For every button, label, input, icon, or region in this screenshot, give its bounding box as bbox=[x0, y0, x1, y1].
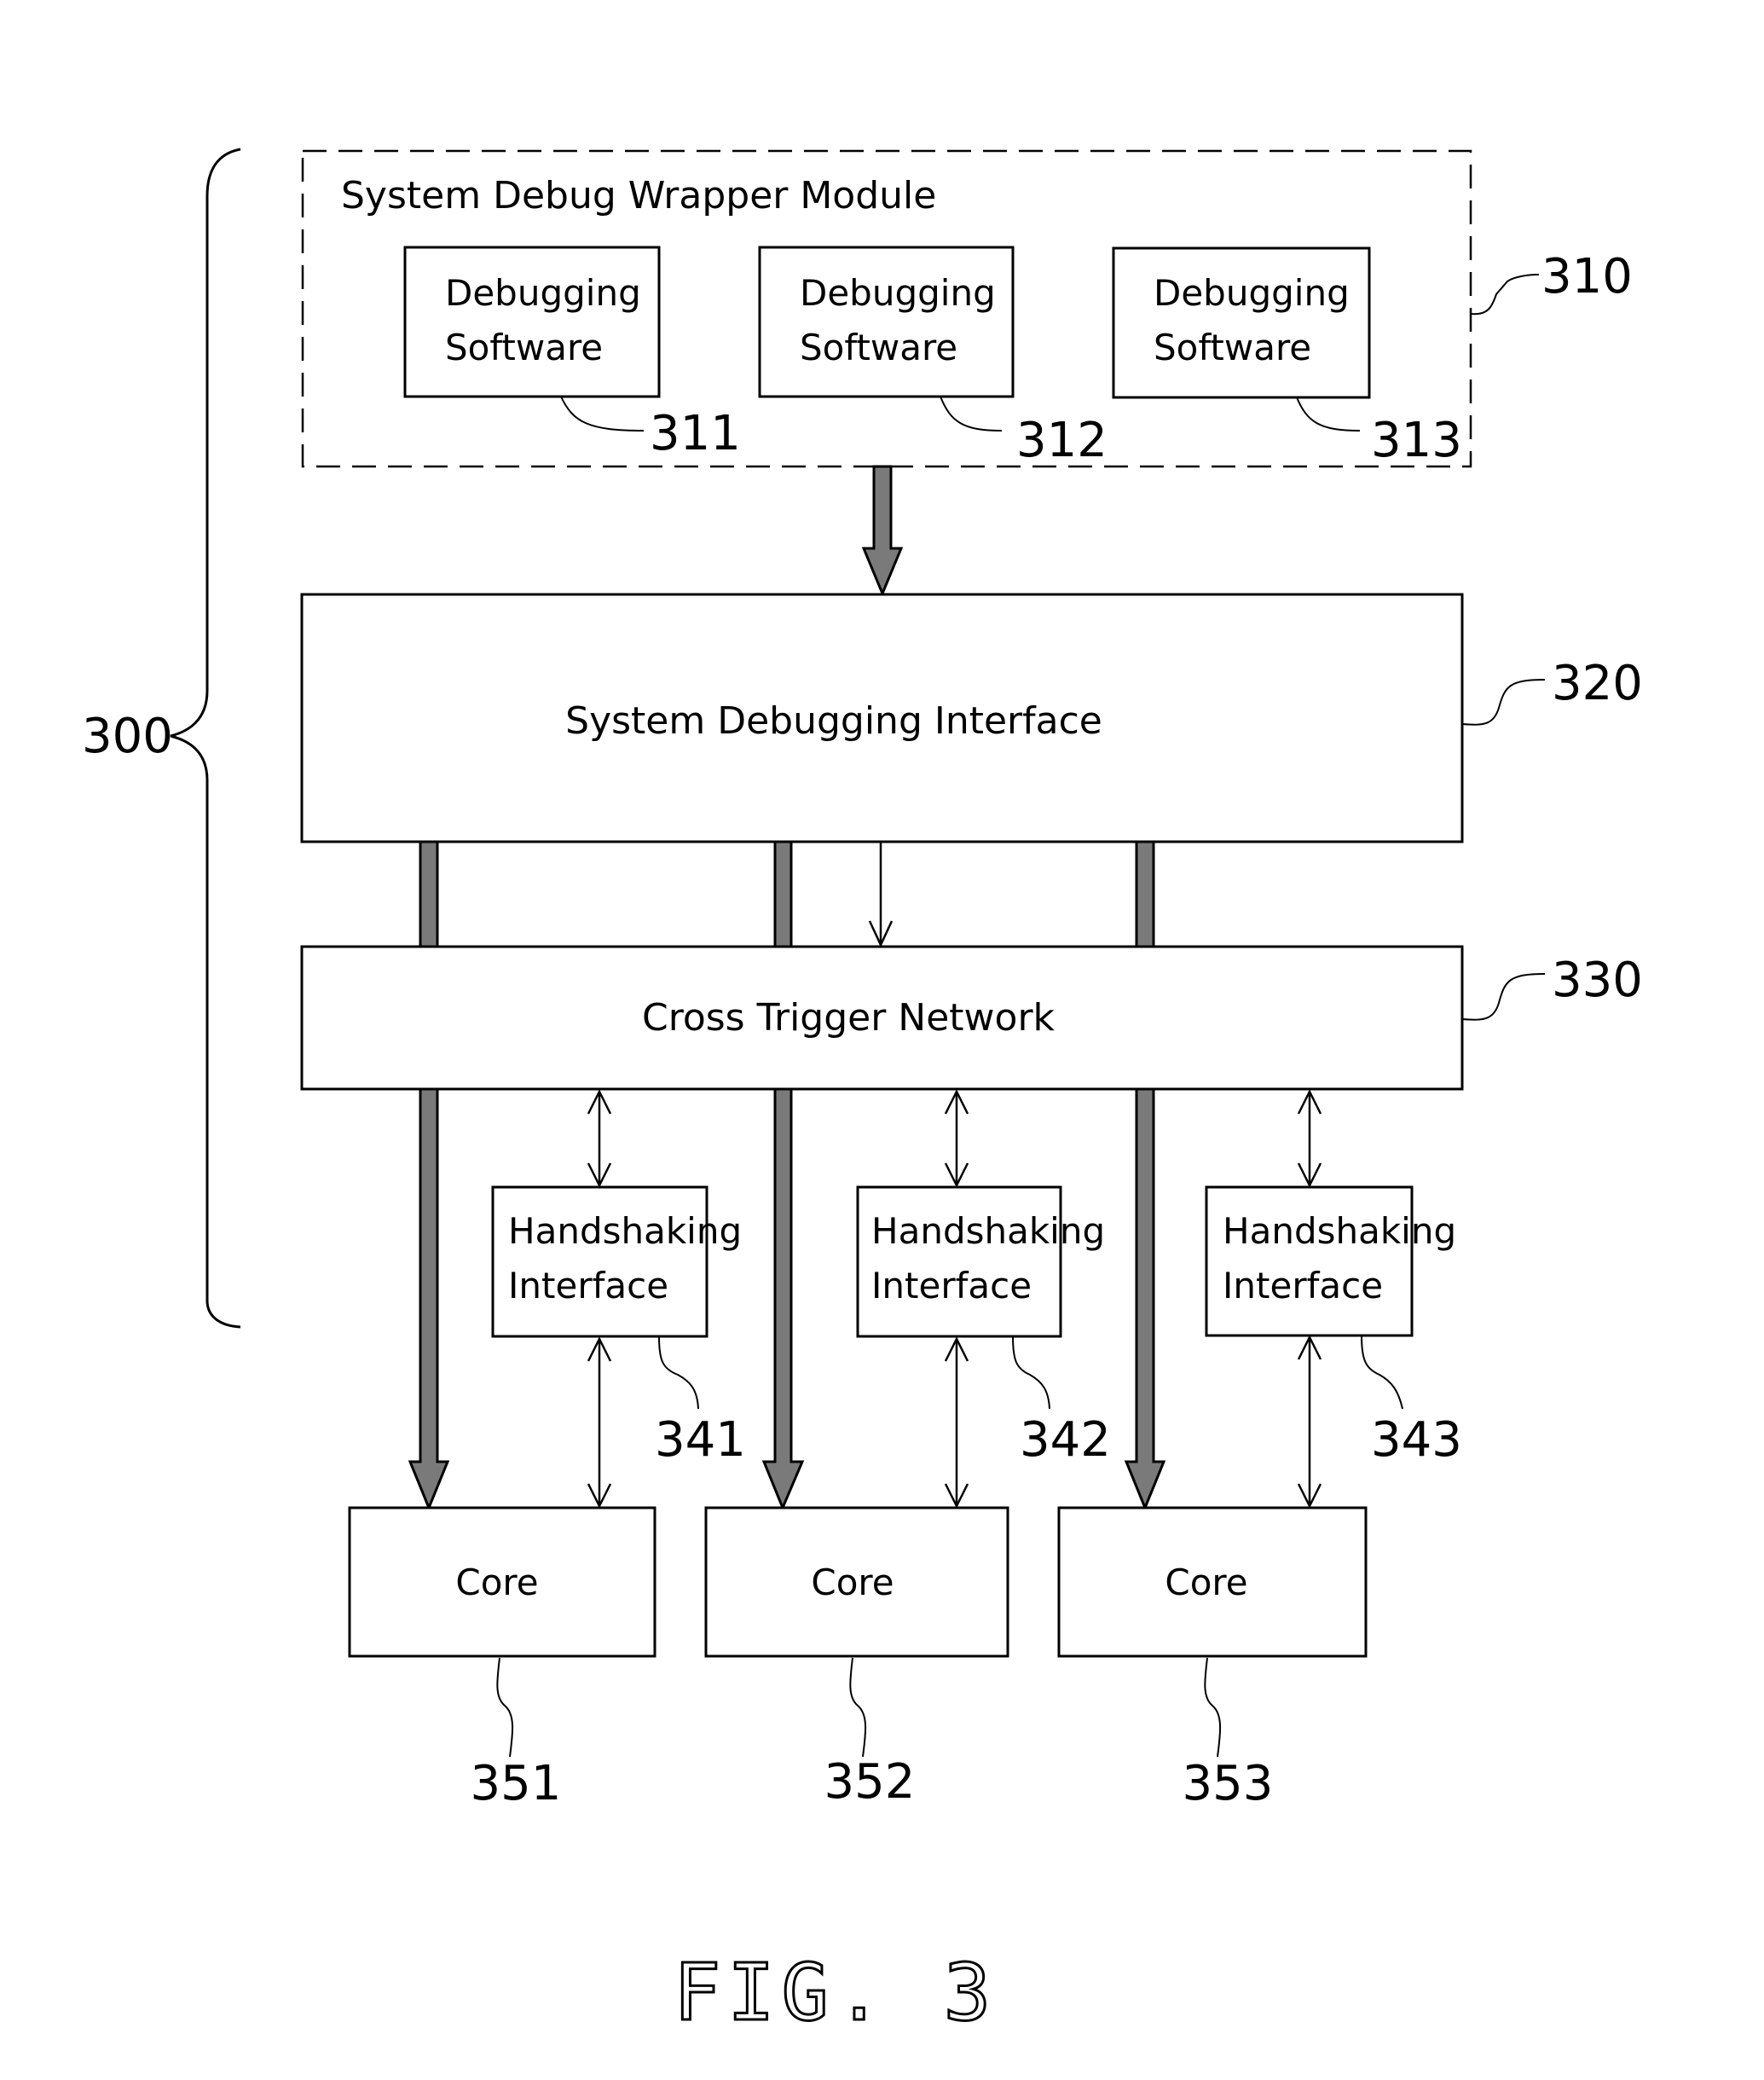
debug-bus-arrows bbox=[408, 840, 1166, 1511]
handshaking-line2: Interface bbox=[508, 1265, 668, 1307]
wrapper-leader-line bbox=[1470, 274, 1540, 316]
wrapper-to-interface-arrow bbox=[861, 465, 904, 597]
ctn-ref-label: 330 bbox=[1552, 953, 1643, 1008]
software-line2: Software bbox=[445, 327, 603, 368]
cross-trigger-network-label: Cross Trigger Network bbox=[642, 996, 1056, 1040]
wrapper-ref-label: 310 bbox=[1541, 249, 1633, 304]
handshaking-interface-341: Handshaking Interface 341 bbox=[491, 1089, 746, 1509]
core-353: Core 353 bbox=[1057, 1506, 1368, 1811]
software-ref: 312 bbox=[1016, 413, 1108, 468]
software-line2: Software bbox=[800, 327, 957, 368]
core-ref: 352 bbox=[824, 1754, 916, 1810]
core-351: Core 351 bbox=[348, 1506, 656, 1811]
core-label: Core bbox=[811, 1561, 894, 1603]
handshaking-ref: 342 bbox=[1020, 1412, 1111, 1468]
interface-to-ctn-arrow bbox=[868, 842, 894, 947]
software-line2: Software bbox=[1154, 327, 1311, 368]
software-ref: 313 bbox=[1371, 413, 1462, 468]
system-ref-label: 300 bbox=[82, 709, 173, 764]
core-ref: 351 bbox=[471, 1756, 562, 1811]
handshaking-ref: 343 bbox=[1371, 1412, 1462, 1468]
figure-caption: FIG. 3 bbox=[674, 1947, 998, 2038]
system-brace bbox=[170, 148, 241, 1329]
core-352: Core 352 bbox=[704, 1506, 1009, 1810]
system-debugging-interface-label: System Debugging Interface bbox=[565, 699, 1102, 743]
handshaking-line1: Handshaking bbox=[871, 1210, 1105, 1252]
handshaking-line2: Interface bbox=[871, 1265, 1032, 1307]
debug-architecture-diagram: 300 System Debug Wrapper Module 310 Debu… bbox=[82, 148, 1643, 2040]
handshaking-interface-343: Handshaking Interface 343 bbox=[1205, 1089, 1462, 1509]
handshaking-line2: Interface bbox=[1223, 1265, 1383, 1307]
ctn-leader-line bbox=[1461, 973, 1546, 1021]
debug-bus-shaft-2 bbox=[773, 840, 793, 948]
interface-ref-label: 320 bbox=[1552, 656, 1643, 711]
handshaking-line1: Handshaking bbox=[1223, 1210, 1456, 1252]
debug-bus-arrow-2 bbox=[761, 1087, 805, 1511]
debugging-software-311: Debugging Software 311 bbox=[403, 246, 741, 461]
interface-leader-line bbox=[1461, 679, 1546, 726]
handshaking-line1: Handshaking bbox=[508, 1210, 742, 1252]
debug-bus-arrow-3 bbox=[1124, 1087, 1166, 1511]
debug-bus-shaft-3 bbox=[1135, 840, 1155, 948]
software-line1: Debugging bbox=[445, 272, 641, 314]
debugging-software-312: Debugging Software 312 bbox=[758, 246, 1108, 468]
software-line1: Debugging bbox=[800, 272, 996, 314]
core-label: Core bbox=[455, 1561, 538, 1603]
wrapper-title: System Debug Wrapper Module bbox=[341, 174, 936, 217]
handshaking-interface-342: Handshaking Interface 342 bbox=[856, 1089, 1111, 1509]
debug-bus-shaft-1 bbox=[419, 840, 439, 948]
software-ref: 311 bbox=[650, 406, 741, 461]
debugging-software-313: Debugging Software 313 bbox=[1112, 246, 1462, 468]
handshaking-ref: 341 bbox=[655, 1412, 746, 1468]
core-label: Core bbox=[1165, 1561, 1247, 1603]
software-line1: Debugging bbox=[1154, 272, 1350, 314]
core-ref: 353 bbox=[1183, 1756, 1274, 1811]
